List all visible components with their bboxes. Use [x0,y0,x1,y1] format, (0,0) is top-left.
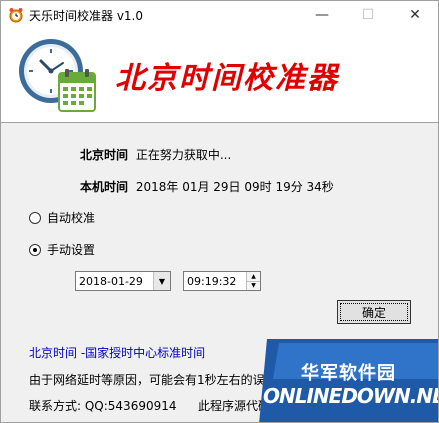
radio-dot[interactable] [29,211,41,224]
date-value[interactable]: 2018-01-29 [76,275,153,288]
auto-calibrate-radio[interactable]: 自动校准 [29,209,95,226]
watermark-en: ONLINEDOWN.NET [263,384,439,408]
alarm-clock-icon [9,8,23,23]
chevron-down-icon[interactable]: ▼ [153,272,170,290]
beijing-time-label: 北京时间 [80,148,129,162]
watermark-cn: 华军软件园 [301,363,396,384]
banner-divider [1,122,438,123]
close-button[interactable]: ✕ [392,1,438,29]
time-value[interactable]: 09:19:32 [184,275,246,288]
local-time-value: 2018年 01月 29日 09时 19分 34秒 [135,180,334,194]
contact-info: 联系方式: QQ:543690914 [29,399,177,413]
title-bar[interactable]: 天乐时间校准器 v1.0 — ☐ ✕ [1,1,438,29]
spin-down-icon[interactable]: ▼ [246,281,260,290]
manual-set-radio[interactable]: 手动设置 [29,241,95,258]
time-picker[interactable]: 09:19:32 ▲ ▼ [183,271,261,291]
radio-dot-selected[interactable] [29,243,41,256]
date-picker[interactable]: 2018-01-29 ▼ [75,271,171,291]
local-time-label: 本机时间 [80,180,129,194]
beijing-time-row: 北京时间 正在努力获取中... [80,146,231,163]
app-window: 天乐时间校准器 v1.0 — ☐ ✕ 北京时间校准器 北京时间 正在努力获取中.… [0,0,439,423]
window-title: 天乐时间校准器 v1.0 [29,9,144,23]
maximize-button[interactable]: ☐ [345,1,391,29]
ntsc-link[interactable]: 北京时间 -国家授时中心标准时间 [29,344,205,361]
minimize-button[interactable]: — [299,1,345,29]
error-note: 由于网络延时等原因，可能会有1秒左右的误差。 [29,373,289,387]
time-spinner[interactable]: ▲ ▼ [246,272,260,290]
clock-calendar-icon [19,39,96,112]
spin-up-icon[interactable]: ▲ [246,272,260,282]
auto-calibrate-label: 自动校准 [47,211,96,225]
confirm-button[interactable]: 确定 [337,300,411,324]
manual-set-label: 手动设置 [47,243,96,257]
banner: 北京时间校准器 [1,29,438,122]
banner-title: 北京时间校准器 [115,61,339,96]
beijing-time-value: 正在努力获取中... [135,148,232,162]
local-time-row: 本机时间 2018年 01月 29日 09时 19分 34秒 [80,178,334,195]
